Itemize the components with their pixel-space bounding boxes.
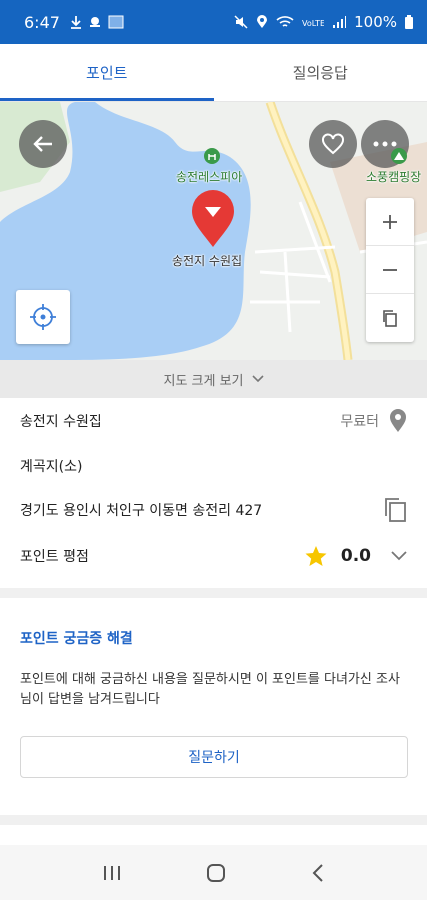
rating-value: 0.0 <box>340 545 371 566</box>
wifi-icon <box>276 16 294 27</box>
faq-description: 포인트에 대해 궁금하신 내용을 질문하시면 이 포인트를 다녀가신 조사님이 … <box>20 672 400 707</box>
favorite-button[interactable] <box>309 120 357 168</box>
point-name-row: 송전지 수원집 무료터 <box>0 398 427 443</box>
copy-icon <box>383 310 397 327</box>
ask-question-button[interactable]: 질문하기 <box>20 736 408 778</box>
tab-qna[interactable]: 질의응답 <box>214 44 427 101</box>
signal-icon <box>333 16 347 28</box>
zoom-in-icon <box>383 214 397 229</box>
image-icon <box>108 15 124 29</box>
battery-icon <box>405 15 413 29</box>
download-icon <box>70 16 81 29</box>
heart-icon <box>322 133 344 155</box>
poi-camping-icon <box>391 148 407 164</box>
crosshair-icon <box>30 304 56 330</box>
tab-point[interactable]: 포인트 <box>0 44 214 101</box>
point-name: 송전지 수원집 <box>20 413 102 430</box>
poi-label-1: 송전레스피아 <box>176 170 243 184</box>
point-category-row: 계곡지(소) <box>0 443 427 488</box>
back-arrow-icon <box>33 136 52 152</box>
system-nav-bar <box>0 845 427 900</box>
expand-map-button[interactable]: 지도 크게 보기 <box>0 360 427 398</box>
zoom-in-button[interactable] <box>366 198 414 246</box>
chevron-down-icon <box>251 375 264 383</box>
tab-bar: 포인트 질의응답 <box>0 44 427 102</box>
back-button[interactable] <box>19 120 67 168</box>
copy-address-icon[interactable] <box>383 497 407 523</box>
notification-icon <box>89 17 100 27</box>
map-marker-icon[interactable] <box>389 408 407 433</box>
home-icon[interactable] <box>206 863 226 883</box>
poi-label-2: 소풍캠핑장 <box>366 170 422 184</box>
volte-icon: VoLTE <box>302 19 324 28</box>
status-bar: 6:47 VoLTE 100% <box>0 0 427 44</box>
map-copy-button[interactable] <box>366 294 414 342</box>
zoom-out-icon <box>383 268 397 271</box>
star-icon <box>305 545 327 566</box>
expand-map-label: 지도 크게 보기 <box>163 373 244 389</box>
chevron-down-icon[interactable] <box>391 550 407 561</box>
rating-label: 포인트 평점 <box>20 548 89 565</box>
map-view[interactable]: 송전레스피아 소풍캠핑장 송전지 수원집 <box>0 102 427 360</box>
location-icon <box>257 15 268 28</box>
map-place-label: 송전지 수원집 <box>172 254 243 268</box>
status-time: 6:47 <box>24 12 60 32</box>
faq-title: 포인트 궁금증 해결 <box>20 631 133 647</box>
point-rating-row[interactable]: 포인트 평점 0.0 <box>0 533 427 578</box>
current-location-button[interactable] <box>16 290 70 344</box>
recent-apps-icon[interactable] <box>102 864 122 882</box>
section-divider-bottom <box>0 815 427 825</box>
location-pin-icon[interactable] <box>190 190 236 248</box>
point-address: 경기도 용인시 처인구 이동면 송전리 427 <box>20 502 263 519</box>
zoom-out-button[interactable] <box>366 246 414 294</box>
section-divider <box>0 588 427 598</box>
status-right-icons: VoLTE 100% <box>234 13 413 31</box>
back-icon[interactable] <box>311 863 325 883</box>
mute-icon <box>234 15 248 29</box>
zoom-controls <box>366 198 414 342</box>
battery-percent: 100% <box>354 13 397 31</box>
svg-text:VoLTE: VoLTE <box>302 19 324 28</box>
point-category: 계곡지(소) <box>20 458 83 475</box>
poi-park-icon <box>204 148 220 164</box>
status-left-icons <box>70 15 124 29</box>
fee-label: 무료터 <box>340 413 379 430</box>
point-address-row: 경기도 용인시 처인구 이동면 송전리 427 <box>0 487 427 532</box>
